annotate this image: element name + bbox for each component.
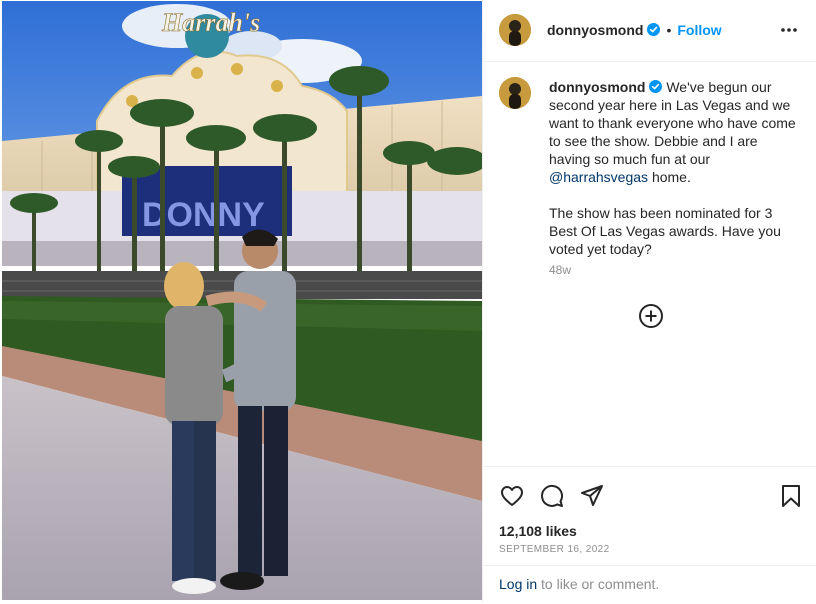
- likes-count[interactable]: 12,108 likes: [499, 523, 577, 539]
- post-side-panel: donnyosmond • Follow donnyosmond We've beg…: [482, 0, 816, 602]
- avatar-image: [499, 77, 531, 109]
- post-age[interactable]: 48w: [549, 263, 571, 277]
- bookmark-icon[interactable]: [778, 483, 804, 509]
- author-username[interactable]: donnyosmond: [547, 22, 643, 38]
- post-actions: 12,108 likes SEPTEMBER 16, 2022 Log in t…: [483, 466, 816, 603]
- verified-badge-icon: [647, 23, 661, 36]
- caption-avatar[interactable]: [499, 77, 531, 109]
- mention-link[interactable]: @harrahsvegas: [549, 169, 648, 185]
- post-photo-illustration: Harrah's DONNY: [2, 1, 482, 600]
- caption-username[interactable]: donnyosmond: [549, 79, 645, 95]
- author-avatar[interactable]: [499, 14, 531, 46]
- caption-text-2: home.: [651, 169, 691, 185]
- caption-paragraph-2: The show has been nominated for 3 Best O…: [549, 205, 781, 257]
- instagram-post: Harrah's DONNY donnyosmond • Follow donn…: [0, 0, 816, 602]
- header-name-row: donnyosmond • Follow: [547, 22, 722, 40]
- post-date: SEPTEMBER 16, 2022: [499, 544, 610, 555]
- login-prompt-text: to like or comment.: [541, 576, 660, 592]
- share-icon[interactable]: [579, 483, 605, 509]
- verified-badge-icon: [649, 79, 663, 93]
- login-prompt: Log in to like or comment.: [483, 565, 816, 604]
- post-photo[interactable]: Harrah's DONNY: [2, 1, 482, 600]
- login-prompt-row: Log in to like or comment.: [499, 576, 659, 592]
- avatar-image: [499, 14, 531, 46]
- heart-icon[interactable]: [499, 483, 525, 509]
- login-link[interactable]: Log in: [499, 576, 537, 592]
- follow-button[interactable]: Follow: [677, 22, 721, 38]
- caption-paragraph-1: donnyosmond We've begun our second year …: [549, 78, 797, 186]
- harrahs-sign: Harrah's: [161, 8, 260, 37]
- post-caption: donnyosmond We've begun our second year …: [549, 78, 797, 258]
- more-options-icon[interactable]: [779, 20, 799, 40]
- post-header: donnyosmond • Follow: [483, 0, 816, 62]
- comment-icon[interactable]: [539, 483, 565, 509]
- plus-circle-icon[interactable]: [638, 303, 664, 329]
- separator-dot: •: [666, 22, 672, 38]
